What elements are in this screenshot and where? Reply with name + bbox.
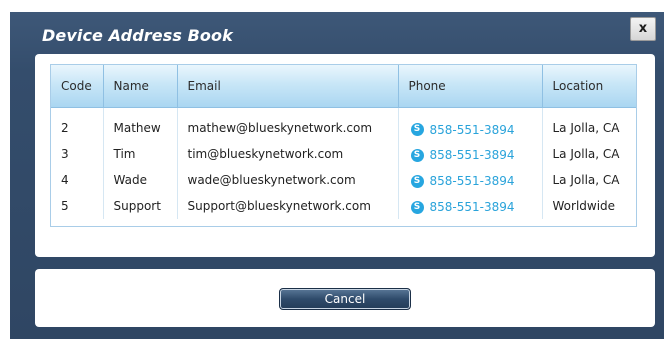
- cell-name: Support: [103, 193, 178, 219]
- address-table: Code Name Email Phone Location 2 Mathew …: [51, 65, 636, 219]
- skype-icon[interactable]: S: [410, 123, 424, 136]
- cell-phone: S 858-551-3894: [398, 141, 543, 167]
- phone-link-wrapper[interactable]: S 858-551-3894: [409, 200, 515, 214]
- table-row[interactable]: 3 Tim tim@blueskynetwork.com S 858-551-3…: [51, 141, 636, 167]
- table-panel: Code Name Email Phone Location 2 Mathew …: [35, 54, 655, 257]
- skype-icon[interactable]: S: [410, 148, 424, 162]
- cell-name: Tim: [103, 141, 178, 167]
- button-panel: Cancel: [35, 269, 655, 327]
- cell-name: Wade: [103, 167, 178, 193]
- phone-link-wrapper[interactable]: S 858-551-3894: [409, 123, 515, 137]
- cell-phone: S 858-551-3894: [398, 193, 543, 219]
- cell-email: mathew@blueskynetwork.com: [177, 107, 399, 141]
- cell-phone: S 858-551-3894: [398, 107, 543, 141]
- phone-link[interactable]: 858-551-3894: [430, 148, 515, 162]
- cell-email: wade@blueskynetwork.com: [177, 167, 399, 193]
- phone-link-wrapper[interactable]: S 858-551-3894: [409, 148, 515, 162]
- column-header-name[interactable]: Name: [103, 65, 178, 108]
- cell-name: Mathew: [103, 107, 178, 141]
- table-row[interactable]: 4 Wade wade@blueskynetwork.com S 858-551…: [51, 167, 636, 193]
- column-header-phone[interactable]: Phone: [398, 65, 543, 108]
- column-header-code[interactable]: Code: [51, 65, 104, 108]
- close-button[interactable]: x: [630, 17, 656, 41]
- skype-icon[interactable]: S: [410, 174, 424, 188]
- phone-link[interactable]: 858-551-3894: [430, 174, 515, 188]
- phone-link[interactable]: 858-551-3894: [430, 123, 515, 137]
- cell-code: 2: [51, 107, 104, 141]
- address-table-frame: Code Name Email Phone Location 2 Mathew …: [50, 64, 637, 227]
- table-row[interactable]: 2 Mathew mathew@blueskynetwork.com S 858…: [51, 107, 636, 141]
- phone-link[interactable]: 858-551-3894: [430, 200, 515, 214]
- table-row[interactable]: 5 Support Support@blueskynetwork.com S 8…: [51, 193, 636, 219]
- skype-icon[interactable]: S: [410, 200, 424, 214]
- cell-location: La Jolla, CA: [552, 147, 620, 161]
- cell-phone: S 858-551-3894: [398, 167, 543, 193]
- cell-code: 5: [51, 193, 104, 219]
- cell-email: tim@blueskynetwork.com: [177, 141, 399, 167]
- phone-link-wrapper[interactable]: S 858-551-3894: [409, 174, 515, 188]
- column-header-location[interactable]: Location: [542, 65, 636, 108]
- column-header-email[interactable]: Email: [177, 65, 399, 108]
- cell-location: La Jolla, CA: [552, 173, 620, 187]
- cell-email: Support@blueskynetwork.com: [177, 193, 399, 219]
- cell-code: 4: [51, 167, 104, 193]
- cancel-button[interactable]: Cancel: [279, 288, 411, 310]
- dialog-title: Device Address Book: [42, 26, 233, 45]
- cell-location: La Jolla, CA: [552, 121, 620, 136]
- cell-location: Worldwide: [552, 199, 616, 213]
- cell-code: 3: [51, 141, 104, 167]
- address-book-dialog: Device Address Book x Code Name Email Ph…: [10, 12, 664, 339]
- table-header-row: Code Name Email Phone Location: [51, 65, 636, 108]
